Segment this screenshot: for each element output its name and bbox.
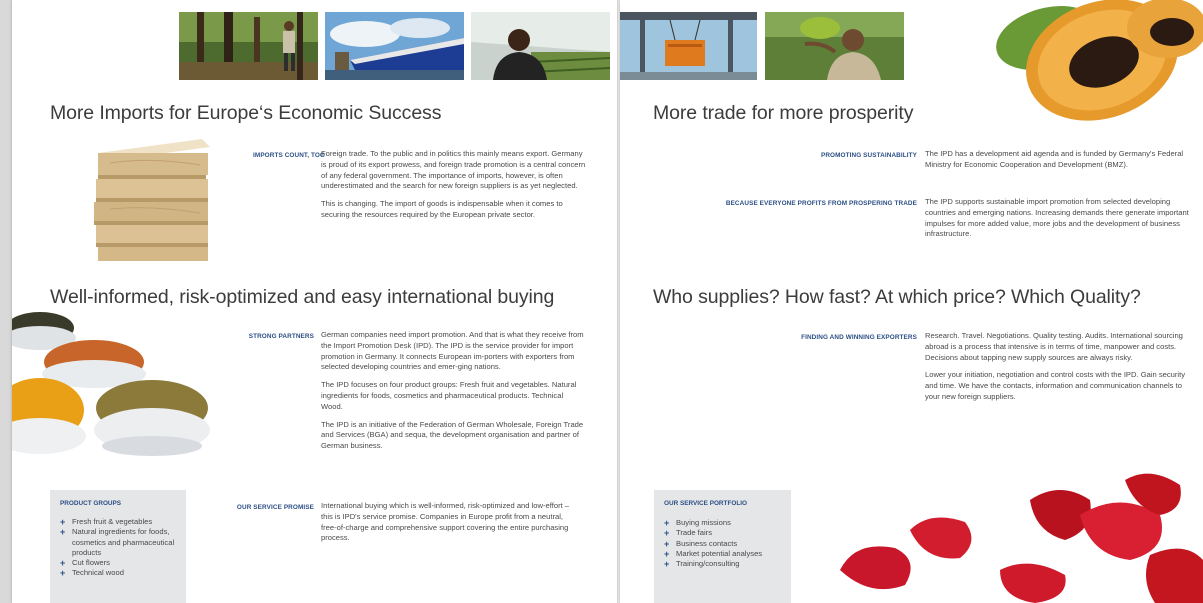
plus-icon: + (664, 548, 670, 559)
promoting-sustainability-text: The IPD has a development aid agenda and… (925, 149, 1187, 178)
spice-bowls-image (12, 312, 222, 482)
service-portfolio-box: OUR SERVICE PORTFOLIO + Buying missions +… (654, 490, 791, 603)
finding-exporters-text: Research. Travel. Negotiations. Quality … (925, 331, 1187, 410)
paragraph: The IPD focuses on four product groups: … (321, 380, 577, 411)
container-crane-photo (620, 12, 757, 80)
product-group-label: Natural ingredients for foods, cosmetics… (72, 527, 175, 557)
heading-imports-economic-success: More Imports for Europe‘s Economic Succe… (50, 102, 442, 124)
service-label: Buying missions (676, 518, 731, 527)
heading-more-trade-prosperity: More trade for more prosperity (653, 102, 914, 124)
left-page: More Imports for Europe‘s Economic Succe… (12, 0, 618, 603)
right-page: More trade for more prosperity PROMOTING… (620, 0, 1203, 603)
product-group-label: Cut flowers (72, 558, 110, 568)
service-label: Trade fairs (676, 528, 713, 538)
list-item: + Technical wood (60, 568, 180, 578)
strong-partners-text: German companies need import promotion. … (321, 330, 587, 459)
papaya-fruit-image (992, 0, 1203, 140)
label-promoting-sustainability: PROMOTING SUSTAINABILITY (820, 152, 917, 159)
label-strong-partners: STRONG PARTNERS (248, 333, 314, 340)
product-group-label: Fresh fruit & vegetables (72, 517, 153, 526)
list-item: + Trade fairs (664, 528, 786, 538)
service-portfolio-title: OUR SERVICE PORTFOLIO (664, 500, 747, 507)
product-groups-title: PRODUCT GROUPS (60, 500, 122, 507)
brochure-spread: More Imports for Europe‘s Economic Succe… (0, 0, 1203, 603)
product-groups-box: PRODUCT GROUPS + Fresh fruit & vegetables… (50, 490, 186, 603)
paragraph: Lower your initiation, negotiation and c… (925, 370, 1186, 401)
rose-petals-image (820, 460, 1203, 603)
product-groups-list: + Fresh fruit & vegetables + Natural ingre… (60, 517, 180, 579)
service-label: Training/consulting (676, 559, 740, 569)
forest-worker-photo (179, 12, 318, 80)
list-item: + Market potential analyses (664, 549, 786, 559)
plus-icon: + (664, 538, 670, 549)
plus-icon: + (60, 568, 66, 579)
list-item: + Cut flowers (60, 558, 180, 568)
service-promise-text: International buying which is well-infor… (321, 501, 579, 551)
banana-farmer-photo (765, 12, 904, 80)
plus-icon: + (664, 559, 670, 570)
service-portfolio-list: + Buying missions + Trade fairs + Business … (664, 518, 786, 569)
list-item: + Training/consulting (664, 559, 786, 569)
paragraph: This is changing. The import of goods is… (321, 199, 563, 219)
list-item: + Business contacts (664, 539, 786, 549)
paragraph: Research. Travel. Negotiations. Quality … (925, 331, 1183, 362)
paragraph: German companies need import promotion. … (321, 330, 584, 372)
plus-icon: + (60, 517, 66, 527)
label-imports-count: IMPORTS COUNT, TOO (253, 152, 325, 159)
heading-who-supplies: Who supplies? How fast? At which price? … (653, 286, 1141, 308)
everyone-profits-text: The IPD supports sustainable import prom… (925, 197, 1193, 247)
plus-icon: + (60, 527, 66, 538)
service-label: Market potential analyses (676, 548, 763, 558)
label-finding-exporters: FINDING AND WINNING EXPORTERS (801, 334, 917, 341)
heading-international-buying: Well-informed, risk-optimized and easy i… (50, 286, 555, 308)
plus-icon: + (664, 518, 670, 528)
service-label: Business contacts (676, 538, 738, 548)
cargo-ship-photo (325, 12, 464, 80)
plus-icon: + (664, 528, 670, 539)
list-item: + Buying missions (664, 518, 786, 528)
wood-planks-image (90, 135, 215, 265)
label-service-promise: OUR SERVICE PROMISE (236, 504, 314, 511)
paragraph: The IPD is an initiative of the Federati… (321, 419, 584, 451)
paragraph: Foreign trade. To the public and in poli… (321, 149, 586, 191)
label-everyone-profits: BECAUSE EVERYONE PROFITS FROM PROSPERING… (725, 200, 917, 207)
product-group-label: Technical wood (72, 568, 124, 578)
list-item: + Fresh fruit & vegetables (60, 517, 180, 527)
greenhouse-farmer-photo (471, 12, 610, 80)
paragraph: International buying which is well-infor… (321, 501, 570, 543)
list-item: + Natural ingredients for foods, cosmetic… (60, 527, 180, 558)
imports-count-text: Foreign trade. To the public and in poli… (321, 149, 589, 228)
paragraph: The IPD has a development aid agenda and… (925, 149, 1184, 169)
paragraph: The IPD supports sustainable import prom… (925, 197, 1189, 239)
plus-icon: + (60, 558, 66, 569)
